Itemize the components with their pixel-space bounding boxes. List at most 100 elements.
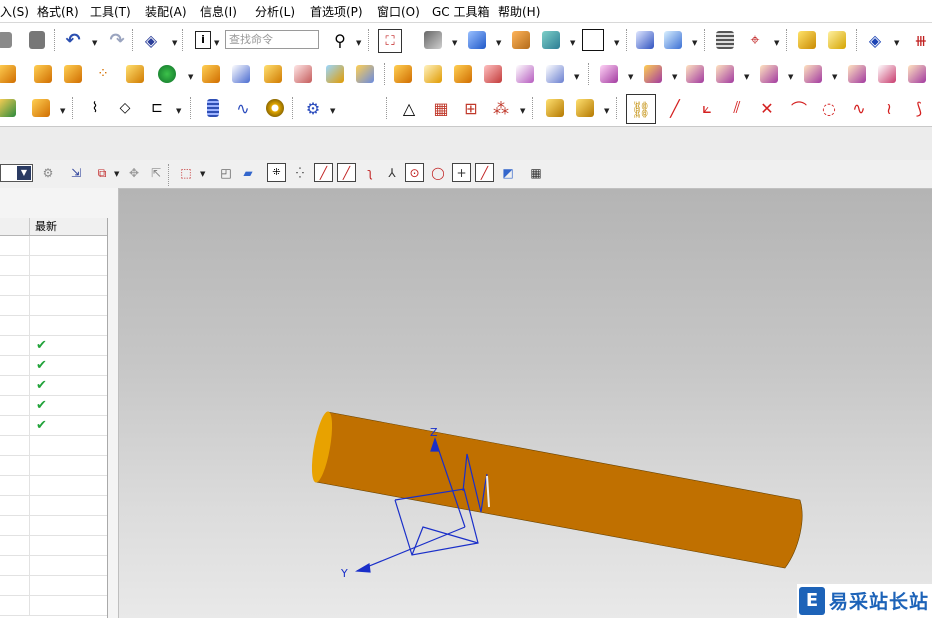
- add-component-icon[interactable]: [574, 97, 596, 119]
- navigator-row[interactable]: [0, 576, 107, 596]
- boolean-icon[interactable]: [156, 63, 178, 85]
- block-icon[interactable]: [200, 63, 222, 85]
- text-feature-icon[interactable]: [30, 97, 52, 119]
- navigator-column-latest[interactable]: 最新: [30, 218, 107, 236]
- selection-scope-icon[interactable]: ⧉: [92, 163, 112, 183]
- clip-view-icon[interactable]: [540, 29, 562, 51]
- pattern-face-icon[interactable]: [758, 63, 780, 85]
- navigator-row[interactable]: [0, 496, 107, 516]
- snap-existing-point-icon[interactable]: +: [452, 163, 471, 182]
- through-curves-icon[interactable]: ◇: [114, 97, 136, 119]
- menu-insert[interactable]: 入(S): [0, 3, 29, 20]
- split-body-icon[interactable]: [422, 63, 444, 85]
- deselect-icon[interactable]: ⇱: [146, 163, 166, 183]
- part-family-icon[interactable]: ⁂: [490, 97, 512, 119]
- bearing-icon[interactable]: [264, 97, 286, 119]
- table-icon[interactable]: ▦: [430, 97, 452, 119]
- rotate-select-icon[interactable]: ✥: [124, 163, 144, 183]
- copy-icon[interactable]: [0, 29, 16, 51]
- unite-icon[interactable]: [124, 63, 146, 85]
- line-icon[interactable]: ╱: [664, 97, 686, 119]
- datum-plane-icon[interactable]: ⧻: [910, 29, 932, 51]
- synchronous-move-icon[interactable]: [598, 63, 620, 85]
- snap-bounding-box-icon[interactable]: ▦: [526, 163, 546, 183]
- revolve-icon[interactable]: [32, 63, 54, 85]
- thicken-icon[interactable]: [514, 63, 536, 85]
- navigator-row[interactable]: [0, 536, 107, 556]
- offset-curve-icon[interactable]: ⟆: [908, 97, 930, 119]
- pattern-feature-icon[interactable]: [62, 63, 84, 85]
- navigator-row[interactable]: [0, 296, 107, 316]
- menu-help[interactable]: 帮助(H): [498, 3, 540, 20]
- select-filter-arrow-icon[interactable]: ⇲: [66, 163, 86, 183]
- layer-settings-icon[interactable]: [714, 29, 736, 51]
- cylinder-thread-icon[interactable]: [202, 97, 224, 119]
- model-canvas[interactable]: Z Y: [119, 189, 932, 618]
- replace-face-icon[interactable]: [642, 63, 664, 85]
- navigator-row[interactable]: ✔: [0, 376, 107, 396]
- view-orientation-icon[interactable]: [466, 29, 488, 51]
- shell-icon[interactable]: [292, 63, 314, 85]
- snap-curve-icon[interactable]: ʅ: [360, 163, 380, 183]
- type-filter-dropdown[interactable]: ▼: [0, 164, 33, 182]
- snap-on-curve-icon[interactable]: ╱: [475, 163, 494, 182]
- section-curve-icon[interactable]: ⊏: [146, 97, 168, 119]
- menu-format[interactable]: 格式(R): [37, 3, 79, 20]
- menu-analysis[interactable]: 分析(L): [255, 3, 295, 20]
- snap-point-icon[interactable]: ◈: [864, 29, 886, 51]
- sew-icon[interactable]: [452, 63, 474, 85]
- arc-icon[interactable]: ⌒: [788, 97, 810, 119]
- menu-window[interactable]: 窗口(O): [377, 3, 420, 20]
- show-hide-icon[interactable]: [634, 29, 656, 51]
- spline-icon[interactable]: ∿: [848, 97, 870, 119]
- trim-body-icon[interactable]: [392, 63, 414, 85]
- navigator-row[interactable]: ✔: [0, 396, 107, 416]
- background-color-icon[interactable]: [582, 29, 604, 51]
- menu-assembly[interactable]: 装配(A): [145, 3, 187, 20]
- fit-view-icon[interactable]: ⛶: [378, 29, 402, 53]
- menu-information[interactable]: 信息(I): [200, 3, 237, 20]
- navigator-column-name[interactable]: [0, 218, 30, 236]
- circle-icon[interactable]: ◌: [818, 97, 840, 119]
- patch-icon[interactable]: [482, 63, 504, 85]
- linked-face-icon[interactable]: [906, 63, 928, 85]
- move-object-icon[interactable]: [796, 29, 818, 51]
- information-icon[interactable]: i: [192, 29, 214, 51]
- general-filter-icon[interactable]: ⚙: [38, 163, 58, 183]
- snap-intersection-icon[interactable]: ⅄: [382, 163, 402, 183]
- menu-gc-toolbox[interactable]: GC 工具箱: [432, 3, 490, 20]
- point-set-icon[interactable]: ⟀: [696, 97, 718, 119]
- navigator-row[interactable]: [0, 276, 107, 296]
- snap-control-icon[interactable]: ╱: [337, 163, 356, 182]
- gear-icon[interactable]: ⚙: [302, 97, 324, 119]
- menu-preferences[interactable]: 首选项(P): [310, 3, 363, 20]
- draft-icon[interactable]: [324, 63, 346, 85]
- add-table-icon[interactable]: ⊞: [460, 97, 482, 119]
- parallel-line-icon[interactable]: ⫽: [726, 97, 748, 119]
- undo-icon[interactable]: ↶: [62, 29, 84, 51]
- shaded-icon[interactable]: ▰: [238, 163, 258, 183]
- chain-link-icon[interactable]: ⛓: [626, 94, 656, 124]
- triangle-icon[interactable]: △: [398, 97, 420, 119]
- edge-blend-icon[interactable]: [230, 63, 252, 85]
- offset-face-icon[interactable]: [354, 63, 376, 85]
- redo-icon[interactable]: ↷: [106, 29, 128, 51]
- assembly-icon[interactable]: [0, 97, 18, 119]
- command-search-input[interactable]: 查找命令: [225, 30, 319, 49]
- cross-section-icon[interactable]: [876, 63, 898, 85]
- edit-object-icon[interactable]: [826, 29, 848, 51]
- navigator-row[interactable]: [0, 596, 107, 616]
- menu-tools[interactable]: 工具(T): [90, 3, 131, 20]
- view-triad-icon[interactable]: ◰: [216, 163, 236, 183]
- navigator-row[interactable]: [0, 476, 107, 496]
- paste-icon[interactable]: [26, 29, 48, 51]
- spring-icon[interactable]: ∿: [232, 97, 254, 119]
- select-filter-icon[interactable]: ◈: [140, 29, 162, 51]
- navigator-row[interactable]: [0, 516, 107, 536]
- snap-quadrant-icon[interactable]: ◯: [428, 163, 448, 183]
- snap-midpoint-icon[interactable]: ⁛: [290, 163, 310, 183]
- helix-icon[interactable]: ≀: [878, 97, 900, 119]
- navigator-row[interactable]: [0, 236, 107, 256]
- search-icon[interactable]: ⚲: [329, 29, 351, 51]
- extrude-icon[interactable]: [0, 63, 18, 85]
